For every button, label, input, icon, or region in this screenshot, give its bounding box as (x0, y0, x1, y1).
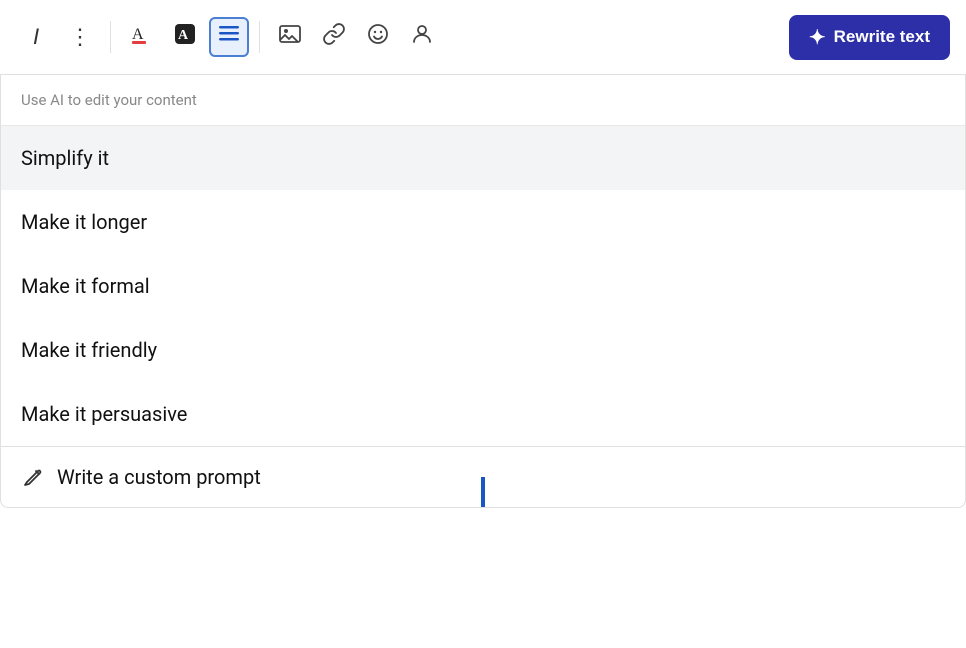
image-button[interactable] (270, 17, 310, 57)
more-icon: ⋮ (69, 24, 91, 50)
align-button[interactable] (209, 17, 249, 57)
persuasive-option[interactable]: Make it persuasive (1, 382, 965, 446)
separator-2 (259, 21, 260, 53)
text-highlight-button[interactable]: A (165, 17, 205, 57)
sparkle-icon: ✦ (809, 25, 826, 50)
pencil-icon (21, 465, 45, 489)
custom-prompt-label: Write a custom prompt (57, 465, 261, 489)
longer-option[interactable]: Make it longer (1, 190, 965, 254)
ai-dropdown: Use AI to edit your content Simplify it … (0, 75, 966, 508)
rewrite-label: Rewrite text (834, 27, 930, 47)
svg-text:A: A (178, 28, 189, 43)
separator-1 (110, 21, 111, 53)
person-icon (410, 22, 434, 52)
italic-icon: I (33, 24, 39, 50)
text-color-button[interactable]: A (121, 17, 161, 57)
blue-bar (481, 477, 485, 507)
rewrite-button[interactable]: ✦ Rewrite text (789, 15, 950, 60)
longer-label: Make it longer (21, 210, 147, 234)
person-button[interactable] (402, 17, 442, 57)
svg-text:A: A (132, 26, 144, 43)
simplify-label: Simplify it (21, 146, 109, 170)
toolbar: I ⋮ A A (0, 0, 966, 75)
emoji-button[interactable] (358, 17, 398, 57)
formal-label: Make it formal (21, 274, 150, 298)
emoji-icon (366, 22, 390, 52)
align-icon (218, 23, 240, 51)
friendly-option[interactable]: Make it friendly (1, 318, 965, 382)
link-icon (322, 22, 346, 52)
formal-option[interactable]: Make it formal (1, 254, 965, 318)
link-button[interactable] (314, 17, 354, 57)
persuasive-label: Make it persuasive (21, 402, 187, 426)
more-button[interactable]: ⋮ (60, 17, 100, 57)
dropdown-label: Use AI to edit your content (1, 75, 965, 126)
image-icon (278, 22, 302, 52)
simplify-option[interactable]: Simplify it (1, 126, 965, 190)
italic-button[interactable]: I (16, 17, 56, 57)
friendly-label: Make it friendly (21, 338, 157, 362)
text-highlight-icon: A (173, 22, 197, 52)
text-color-icon: A (130, 23, 152, 51)
